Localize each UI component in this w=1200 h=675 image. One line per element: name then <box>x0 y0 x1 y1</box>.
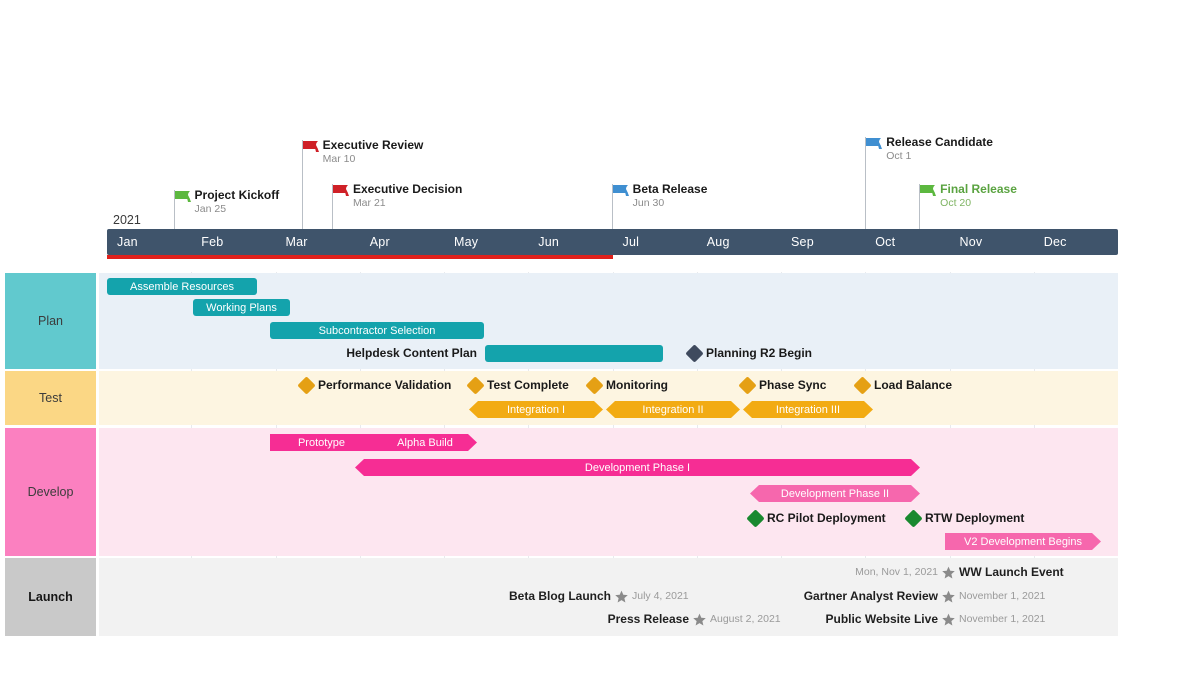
task-bar[interactable]: V2 Development Begins <box>945 533 1101 550</box>
timeline-month-jun[interactable]: Jun <box>528 229 612 255</box>
timeline-month-sep[interactable]: Sep <box>781 229 865 255</box>
launch-event-title: Beta Blog Launch <box>508 589 611 603</box>
task-bar-label: Integration III <box>775 403 841 416</box>
task-bar-body: Working Plans <box>193 299 290 316</box>
launch-event-date: July 4, 2021 <box>632 590 689 602</box>
task-bar-label: Prototype <box>297 436 346 449</box>
task-bar-label: Integration I <box>506 403 566 416</box>
launch-event-title: Gartner Analyst Review <box>803 589 938 603</box>
milestone-flag-title: Beta Release <box>632 182 708 196</box>
launch-star-icon[interactable] <box>941 589 956 604</box>
task-bar-body <box>485 345 663 362</box>
milestone-flag-icon[interactable] <box>612 184 630 203</box>
row-label-plan[interactable]: Plan <box>5 273 96 369</box>
milestone-flag-date: Oct 1 <box>886 150 912 162</box>
launch-event-date: November 1, 2021 <box>959 613 1046 625</box>
launch-event-date: November 1, 2021 <box>959 590 1046 602</box>
gantt-timeline-chart: Plan Test Develop Launch Project Kickoff Jan… <box>0 0 1200 675</box>
milestone-flag-title: Executive Decision <box>352 182 463 196</box>
timeline-progress-indicator <box>107 255 613 259</box>
year-label: 2021 <box>113 213 141 227</box>
timeline-month-dec[interactable]: Dec <box>1034 229 1118 255</box>
task-bar-body: Subcontractor Selection <box>270 322 484 339</box>
timeline-month-jul[interactable]: Jul <box>613 229 697 255</box>
task-bar[interactable]: Integration I <box>469 401 603 418</box>
milestone-flag-title: Final Release <box>940 182 1017 196</box>
task-bar[interactable]: Prototype Alpha Build <box>270 434 477 451</box>
timeline-month-nov[interactable]: Nov <box>950 229 1034 255</box>
milestone-flag-title: Project Kickoff <box>194 188 280 202</box>
task-bar[interactable]: Development Phase II <box>750 485 920 502</box>
milestone-diamond-label: Performance Validation <box>318 378 452 392</box>
task-bar-body: Integration II <box>606 401 740 418</box>
task-bar-body: Prototype Alpha Build <box>270 434 477 451</box>
task-bar-label: V2 Development Begins <box>963 535 1082 548</box>
task-bar[interactable]: Assemble Resources <box>107 278 257 295</box>
launch-event-title: Press Release <box>607 612 689 626</box>
timeline-month-jan[interactable]: Jan <box>107 229 191 255</box>
launch-event-title: WW Launch Event <box>959 565 1064 579</box>
task-bar-label: Development Phase I <box>584 461 691 474</box>
milestone-flag-icon[interactable] <box>920 184 937 203</box>
launch-event-title: Public Website Live <box>825 612 938 626</box>
task-bar-body: Integration I <box>469 401 603 418</box>
task-bar-label: Helpdesk Content Plan <box>346 346 477 360</box>
launch-star-icon[interactable] <box>941 565 956 580</box>
launch-star-icon[interactable] <box>941 612 956 627</box>
row-label-launch[interactable]: Launch <box>5 558 96 636</box>
row-label-test[interactable]: Test <box>5 371 96 425</box>
launch-event-date: Mon, Nov 1, 2021 <box>855 566 938 578</box>
task-bar[interactable]: Integration II <box>606 401 740 418</box>
task-bar-body: Integration III <box>743 401 873 418</box>
task-bar-label: Working Plans <box>206 301 277 314</box>
milestone-flag-icon[interactable] <box>332 184 350 203</box>
milestone-diamond-label: Test Complete <box>487 378 569 392</box>
milestone-diamond-label: RTW Deployment <box>925 511 1025 525</box>
timeline-month-feb[interactable]: Feb <box>191 229 275 255</box>
task-bar-body: Development Phase I <box>355 459 920 476</box>
timeline-month-apr[interactable]: Apr <box>360 229 444 255</box>
milestone-flag-date: Oct 20 <box>940 197 972 209</box>
timeline-month-oct[interactable]: Oct <box>865 229 949 255</box>
milestone-flag-title: Executive Review <box>322 138 424 152</box>
task-bar[interactable]: Integration III <box>743 401 873 418</box>
task-bar-body: V2 Development Begins <box>945 533 1101 550</box>
milestone-flag-icon[interactable] <box>866 137 883 156</box>
launch-star-icon[interactable] <box>692 612 707 627</box>
milestone-flag-date: Jan 25 <box>194 203 227 215</box>
task-bar-label: Subcontractor Selection <box>318 324 436 337</box>
task-bar-body: Development Phase II <box>750 485 920 502</box>
task-bar[interactable]: Working Plans <box>193 299 290 316</box>
milestone-flag-date: Mar 10 <box>322 153 356 165</box>
timeline-month-header[interactable]: Jan Feb Mar Apr May Jun Jul Aug Sep Oct Nov Dec <box>107 229 1118 255</box>
milestone-diamond-label: Monitoring <box>606 378 668 392</box>
milestone-flag-date: Mar 21 <box>352 197 386 209</box>
milestone-diamond-label: Phase Sync <box>759 378 827 392</box>
milestone-diamond-label: Planning R2 Begin <box>706 346 813 360</box>
milestone-flag-icon[interactable] <box>174 190 192 209</box>
task-bar-label: Assemble Resources <box>130 280 234 293</box>
launch-event-date: August 2, 2021 <box>710 613 781 625</box>
timeline-month-may[interactable]: May <box>444 229 528 255</box>
task-bar[interactable] <box>485 345 663 362</box>
timeline-month-mar[interactable]: Mar <box>276 229 360 255</box>
task-bar-label: Development Phase II <box>780 487 890 500</box>
task-bar-body: Assemble Resources <box>107 278 257 295</box>
milestone-diamond-label: RC Pilot Deployment <box>767 511 886 525</box>
launch-star-icon[interactable] <box>614 589 629 604</box>
milestone-flag-title: Release Candidate <box>886 135 993 149</box>
milestone-flag-date: Jun 30 <box>632 197 665 209</box>
row-label-develop[interactable]: Develop <box>5 428 96 556</box>
task-bar-label: Alpha Build <box>397 436 453 449</box>
task-bar-label: Integration II <box>642 403 704 416</box>
task-bar[interactable]: Development Phase I <box>355 459 920 476</box>
task-bar[interactable]: Subcontractor Selection <box>270 322 484 339</box>
timeline-month-aug[interactable]: Aug <box>697 229 781 255</box>
milestone-flag-icon[interactable] <box>302 140 320 159</box>
milestone-diamond-label: Load Balance <box>874 378 953 392</box>
